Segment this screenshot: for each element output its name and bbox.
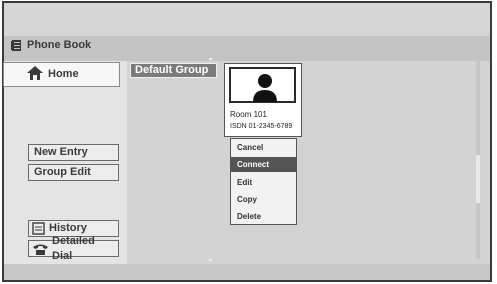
scroll-down-indicator (209, 259, 212, 261)
person-icon (253, 74, 277, 102)
group-edit-button[interactable]: Group Edit (28, 164, 119, 181)
phone-icon (33, 244, 48, 255)
scrollbar-thumb[interactable] (476, 155, 480, 203)
tab-default-group[interactable]: Default Group (130, 63, 217, 78)
menu-item-cancel[interactable]: Cancel (231, 140, 296, 155)
top-band (4, 3, 490, 36)
main-pane (127, 61, 490, 264)
house-icon (27, 66, 43, 80)
detailed-dial-label: Detailed Dial (52, 234, 95, 262)
menu-item-connect[interactable]: Connect (231, 157, 296, 172)
entry-number: ISDN 01-2345-6789 (230, 123, 293, 130)
page-title: Phone Book (27, 39, 92, 51)
menu-item-copy[interactable]: Copy (231, 192, 296, 207)
bottom-band (4, 264, 490, 280)
history-icon (32, 222, 45, 235)
menu-item-edit[interactable]: Edit (231, 175, 296, 190)
scroll-up-indicator (209, 58, 212, 60)
entry-name: Room 101 (230, 110, 267, 119)
detailed-dial-button[interactable]: Detailed Dial (28, 235, 119, 262)
menu-item-delete[interactable]: Delete (231, 209, 296, 224)
home-label[interactable]: Home (48, 68, 79, 80)
phone-book-icon (11, 40, 21, 51)
new-entry-button[interactable]: New Entry (28, 144, 119, 161)
